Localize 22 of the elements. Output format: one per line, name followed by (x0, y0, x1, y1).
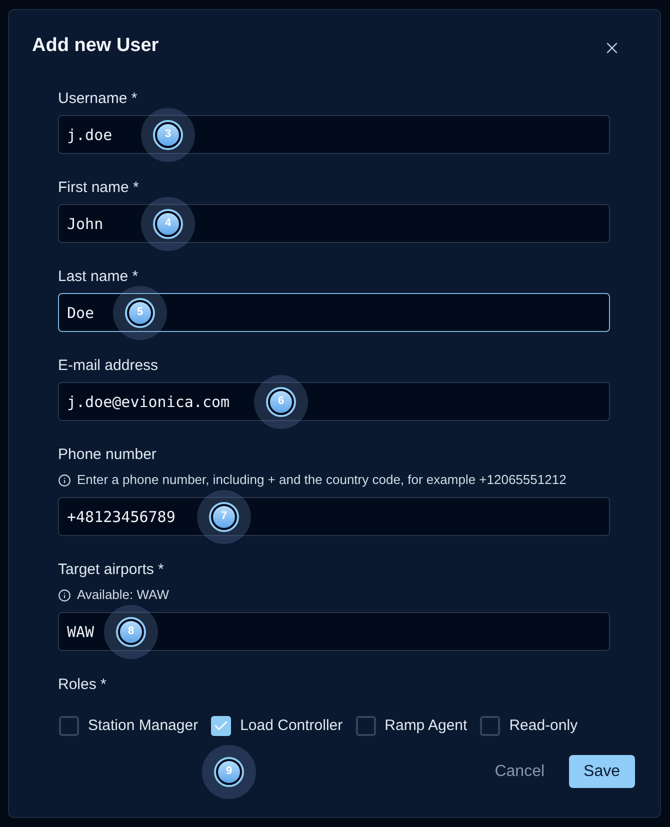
checkbox[interactable] (356, 716, 376, 736)
checkbox-label: Read-only (509, 716, 578, 736)
info-icon (58, 588, 71, 602)
cancel-button[interactable]: Cancel (478, 755, 561, 788)
save-button[interactable]: Save (568, 755, 635, 788)
field-label: Phone number (58, 445, 156, 465)
field-label: Target airports * (58, 560, 164, 580)
field-label: Username * (58, 89, 138, 109)
hint-text: Enter a phone number, including + and the country code, for example +12065551212 (77, 471, 566, 489)
checkbox[interactable] (59, 716, 79, 736)
info-icon (58, 474, 71, 486)
hint-text: Available: WAW (77, 586, 169, 604)
field-label: E-mail address (58, 356, 158, 376)
checkbox-label: Load Controller (240, 716, 343, 736)
checkbox[interactable] (480, 716, 500, 736)
field-label: Last name * (58, 267, 138, 287)
field-label: First name * (58, 178, 139, 198)
field-label: Roles * (58, 675, 106, 695)
checkbox[interactable] (211, 716, 232, 736)
checkbox-label: Station Manager (88, 716, 198, 736)
checkbox-label: Ramp Agent (384, 716, 468, 736)
dialog-title: Add new User (32, 34, 159, 58)
